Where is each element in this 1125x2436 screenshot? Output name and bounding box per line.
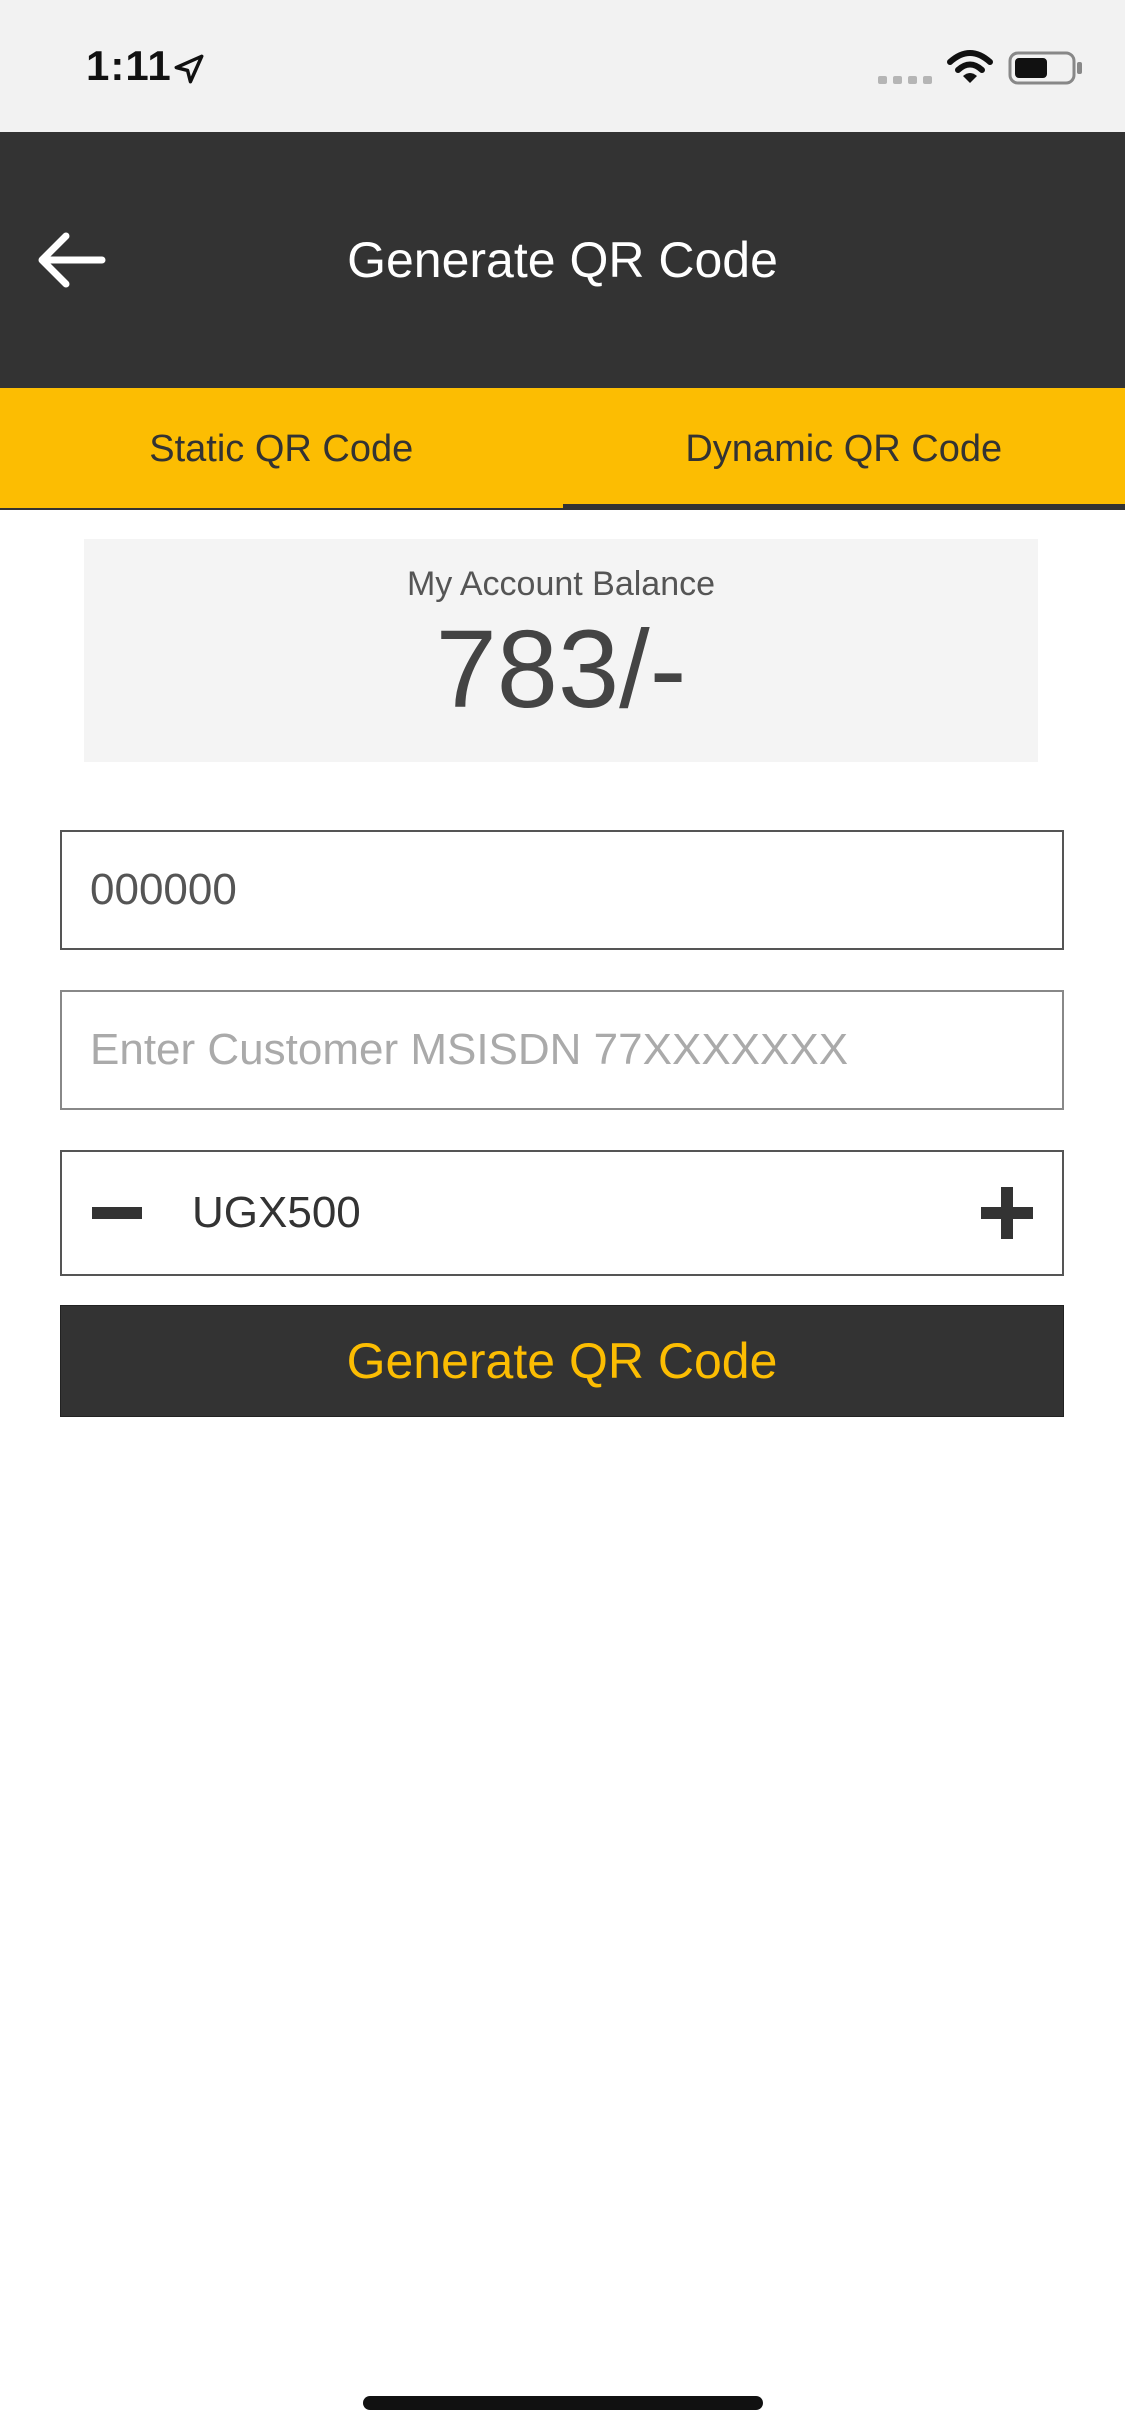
increment-button[interactable] <box>952 1152 1062 1274</box>
signal-icon <box>878 76 932 84</box>
page-title: Generate QR Code <box>347 232 778 288</box>
msisdn-input[interactable] <box>62 1025 1062 1075</box>
location-arrow-icon <box>174 54 204 84</box>
tab-static-qr-code[interactable]: Static QR Code <box>0 388 563 510</box>
tab-dynamic-qr-code[interactable]: Dynamic QR Code <box>562 388 1125 510</box>
wifi-icon <box>947 50 993 83</box>
decrement-button[interactable] <box>62 1152 172 1274</box>
tab-label: Dynamic QR Code <box>685 427 1003 470</box>
balance-value: 783/- <box>435 608 687 731</box>
generate-qr-code-button[interactable]: Generate QR Code <box>60 1305 1064 1417</box>
status-time: 1:11 <box>86 42 172 89</box>
code-input[interactable] <box>62 865 1062 915</box>
app-header: Generate QR Code <box>0 132 1125 388</box>
battery-icon <box>1008 51 1082 85</box>
amount-value: UGX500 <box>192 1188 361 1237</box>
msisdn-field[interactable] <box>60 990 1064 1110</box>
balance-card: My Account Balance 783/- <box>84 539 1038 762</box>
arrow-left-icon <box>38 232 106 288</box>
back-button[interactable] <box>30 220 110 300</box>
status-bar: 1:11 <box>0 0 1125 132</box>
tab-label: Static QR Code <box>149 427 414 470</box>
balance-label: My Account Balance <box>406 565 716 603</box>
active-tab-indicator <box>562 504 1125 510</box>
tab-divider <box>0 508 563 510</box>
minus-icon <box>92 1207 142 1219</box>
plus-icon <box>981 1187 1033 1239</box>
amount-stepper[interactable]: UGX500 <box>60 1150 1064 1276</box>
code-field[interactable] <box>60 830 1064 950</box>
home-indicator[interactable] <box>363 2396 763 2410</box>
tab-bar: Static QR Code Dynamic QR Code <box>0 388 1125 510</box>
